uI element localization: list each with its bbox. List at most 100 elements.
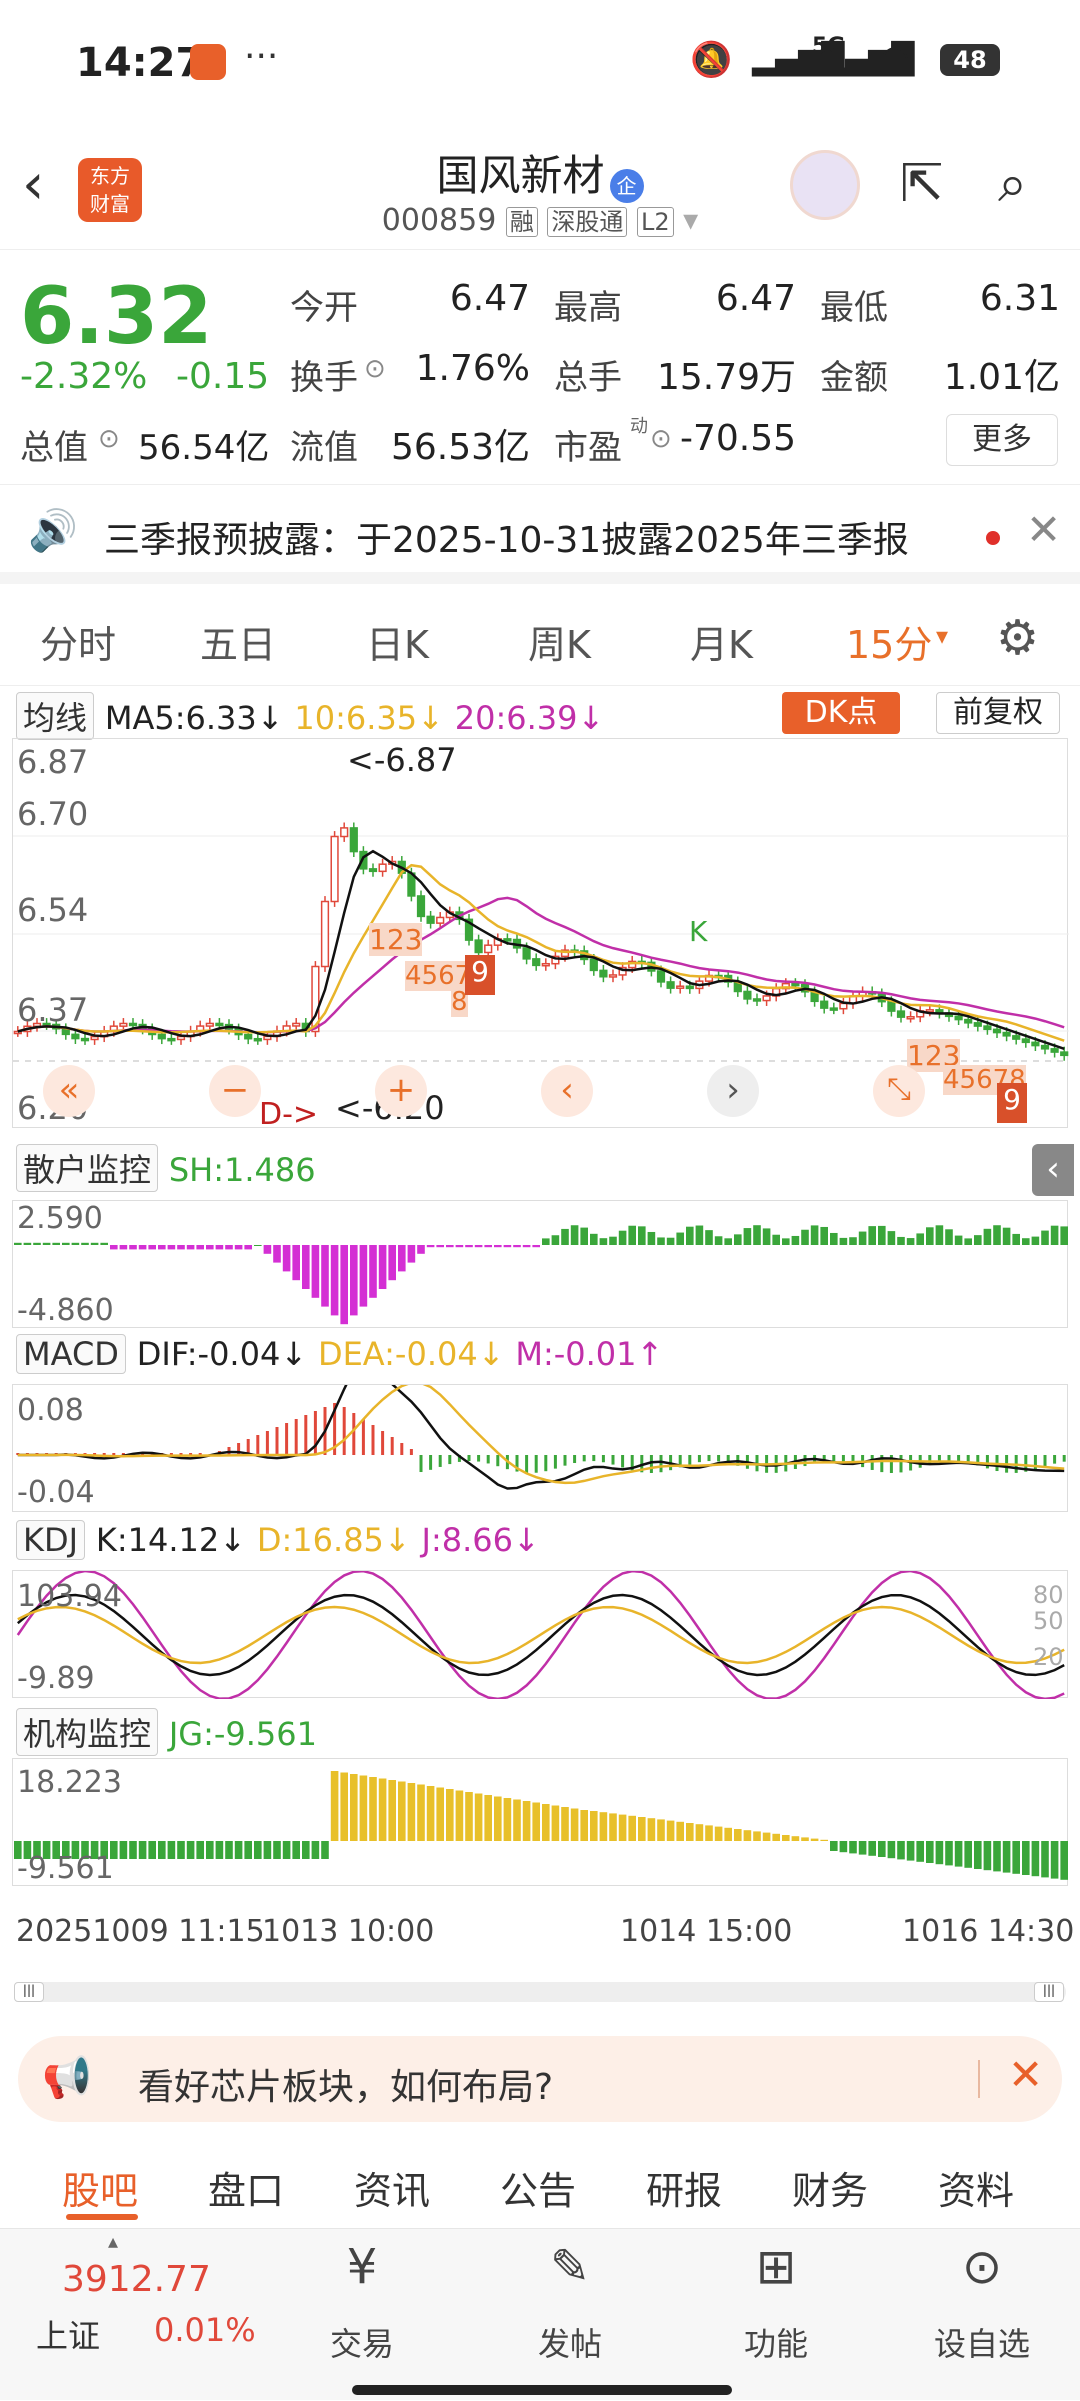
retail-bar bbox=[292, 1245, 300, 1281]
macd-dea: DEA:-0.04↓ bbox=[317, 1335, 505, 1373]
inst-bar bbox=[513, 1799, 521, 1841]
retail-bar bbox=[426, 1245, 435, 1248]
tab-orderbook[interactable]: 盘口 bbox=[208, 2160, 284, 2215]
nav-post[interactable]: ✎ 发帖 bbox=[500, 2229, 640, 2401]
promo-text[interactable]: 看好芯片板块，如何布局? bbox=[138, 2058, 553, 2110]
tab-profile[interactable]: 资料 bbox=[938, 2160, 1014, 2215]
nav-trade[interactable]: ¥ 交易 bbox=[292, 2229, 432, 2401]
retail-bar bbox=[263, 1245, 272, 1254]
enterprise-badge: 企 bbox=[609, 168, 644, 203]
scroll-far-left-button[interactable]: « bbox=[43, 1065, 95, 1117]
low-value: 6.31 bbox=[979, 278, 1060, 319]
index-ticker[interactable]: ▴ 3912.77 上证 0.01% bbox=[0, 2229, 300, 2401]
retail-bar bbox=[561, 1228, 569, 1245]
scroll-left-button[interactable]: ‹ bbox=[541, 1065, 593, 1117]
y-tick: 18.223 bbox=[17, 1765, 122, 1800]
chart-scrollbar[interactable]: ||| ||| bbox=[14, 1982, 1066, 2002]
close-icon[interactable]: ✕ bbox=[1008, 2050, 1043, 2099]
tab-dropdown-icon[interactable]: ▾ bbox=[936, 622, 948, 650]
inst-selector[interactable]: 机构监控 bbox=[16, 1708, 159, 1756]
settings-gear-icon[interactable]: ⚙ bbox=[996, 610, 1039, 666]
high-marker: <-6.87 bbox=[347, 741, 457, 779]
promo-banner[interactable]: 📢 看好芯片板块，如何布局? ✕ bbox=[18, 2036, 1062, 2122]
tab-monthly-k[interactable]: 月K bbox=[690, 614, 753, 669]
scroll-right-button[interactable]: › bbox=[707, 1065, 759, 1117]
fullscreen-button[interactable]: ⤡ bbox=[873, 1065, 925, 1117]
scroll-handle-left[interactable]: ||| bbox=[14, 1982, 44, 2002]
zoom-out-button[interactable]: − bbox=[209, 1065, 261, 1117]
retail-bar bbox=[734, 1234, 742, 1245]
retail-bar bbox=[724, 1238, 732, 1245]
info-icon[interactable]: ⊙ bbox=[650, 424, 672, 454]
candle-body bbox=[119, 1022, 128, 1027]
search-icon[interactable]: ⌕ bbox=[998, 154, 1027, 215]
retail-selector[interactable]: 散户监控 bbox=[16, 1144, 159, 1192]
notice-bar[interactable]: 🔊 三季报预披露：于2025-10-31披露2025年三季报 ✕ bbox=[0, 484, 1080, 584]
tab-five-day[interactable]: 五日 bbox=[200, 614, 276, 669]
battery-icon: 48 bbox=[940, 44, 1000, 76]
nav-fav[interactable]: ⊙ 设自选 bbox=[912, 2229, 1052, 2401]
candle-body bbox=[292, 1022, 301, 1027]
ma10-value: 10:6.35↓ bbox=[294, 699, 444, 737]
robot-avatar-icon[interactable] bbox=[790, 150, 860, 220]
info-icon[interactable]: ⊙ bbox=[98, 424, 120, 454]
tab-daily-k[interactable]: 日K bbox=[366, 614, 429, 669]
tab-finance[interactable]: 财务 bbox=[792, 2160, 868, 2215]
scroll-handle-right[interactable]: ||| bbox=[1034, 1982, 1064, 2002]
inst-bar bbox=[868, 1841, 876, 1856]
inst-bar bbox=[772, 1833, 780, 1841]
inst-bar bbox=[340, 1772, 348, 1841]
collapse-side-icon[interactable]: ‹ bbox=[1032, 1144, 1074, 1196]
tab-weekly-k[interactable]: 周K bbox=[528, 614, 591, 669]
zoom-in-button[interactable]: + bbox=[375, 1065, 427, 1117]
close-icon[interactable]: ✕ bbox=[1026, 505, 1061, 554]
ma-selector[interactable]: 均线 bbox=[16, 692, 95, 740]
inst-svg bbox=[14, 1771, 1068, 1880]
float-value: 56.53亿 bbox=[390, 427, 530, 468]
tab-news[interactable]: 资讯 bbox=[354, 2160, 430, 2215]
kdj-panel: 103.94 -9.89 80 50 20 bbox=[12, 1569, 1068, 1701]
inst-panel: 18.223 -9.561 bbox=[12, 1758, 1068, 1886]
candle-body bbox=[1050, 1048, 1059, 1053]
inst-bar bbox=[138, 1841, 147, 1859]
tab-forum[interactable]: 股吧 bbox=[62, 2160, 138, 2215]
index-name: 上证 bbox=[36, 2317, 101, 2355]
inst-bar bbox=[398, 1781, 406, 1841]
dk-point-button[interactable]: DK点 bbox=[782, 692, 900, 734]
share-icon[interactable]: ⇱ bbox=[900, 154, 944, 214]
tab-research[interactable]: 研报 bbox=[646, 2160, 722, 2215]
retail-bar bbox=[897, 1236, 905, 1245]
notice-text[interactable]: 三季报预披露：于2025-10-31披露2025年三季报 bbox=[104, 511, 909, 563]
kdj-row: KDJ K:14.12↓ D:16.85↓ J:8.66↓ bbox=[16, 1520, 540, 1560]
candle-body bbox=[820, 1000, 829, 1009]
candle-panel[interactable]: 6.87 6.70 6.54 6.37 6.20 <-6.87 <-6.20 D… bbox=[12, 738, 1069, 1132]
info-icon[interactable]: ⊙ bbox=[364, 354, 386, 384]
level2-tag: L2 bbox=[636, 207, 674, 237]
retail-bar bbox=[158, 1245, 166, 1250]
retail-bar bbox=[599, 1238, 608, 1245]
kdj-selector[interactable]: KDJ bbox=[16, 1520, 86, 1560]
retail-bar bbox=[810, 1225, 819, 1245]
inst-bar bbox=[388, 1780, 396, 1841]
more-button[interactable]: 更多 bbox=[946, 414, 1058, 466]
candle-body bbox=[608, 974, 618, 978]
inst-bar bbox=[858, 1841, 867, 1855]
retail-bar bbox=[532, 1245, 540, 1248]
active-tab-indicator bbox=[66, 2214, 138, 2220]
inst-bar bbox=[446, 1789, 454, 1841]
candle-body bbox=[330, 835, 339, 903]
inst-bar bbox=[618, 1814, 627, 1841]
y-tick: 6.87 bbox=[17, 743, 89, 781]
retail-bar bbox=[23, 1242, 32, 1245]
tab-intraday[interactable]: 分时 bbox=[40, 614, 116, 669]
macd-selector[interactable]: MACD bbox=[16, 1334, 126, 1374]
inst-bar bbox=[350, 1774, 358, 1841]
dropdown-icon[interactable]: ▾ bbox=[683, 203, 698, 238]
inst-bar bbox=[148, 1841, 156, 1859]
tab-15min[interactable]: 15分 bbox=[846, 614, 932, 669]
tab-announcements[interactable]: 公告 bbox=[500, 2160, 576, 2215]
stock-name[interactable]: 国风新材 bbox=[436, 151, 604, 200]
kdj-j: J:8.66↓ bbox=[421, 1521, 540, 1559]
adjust-button[interactable]: 前复权 bbox=[936, 692, 1060, 734]
nav-func[interactable]: ⊞ 功能 bbox=[706, 2229, 846, 2401]
